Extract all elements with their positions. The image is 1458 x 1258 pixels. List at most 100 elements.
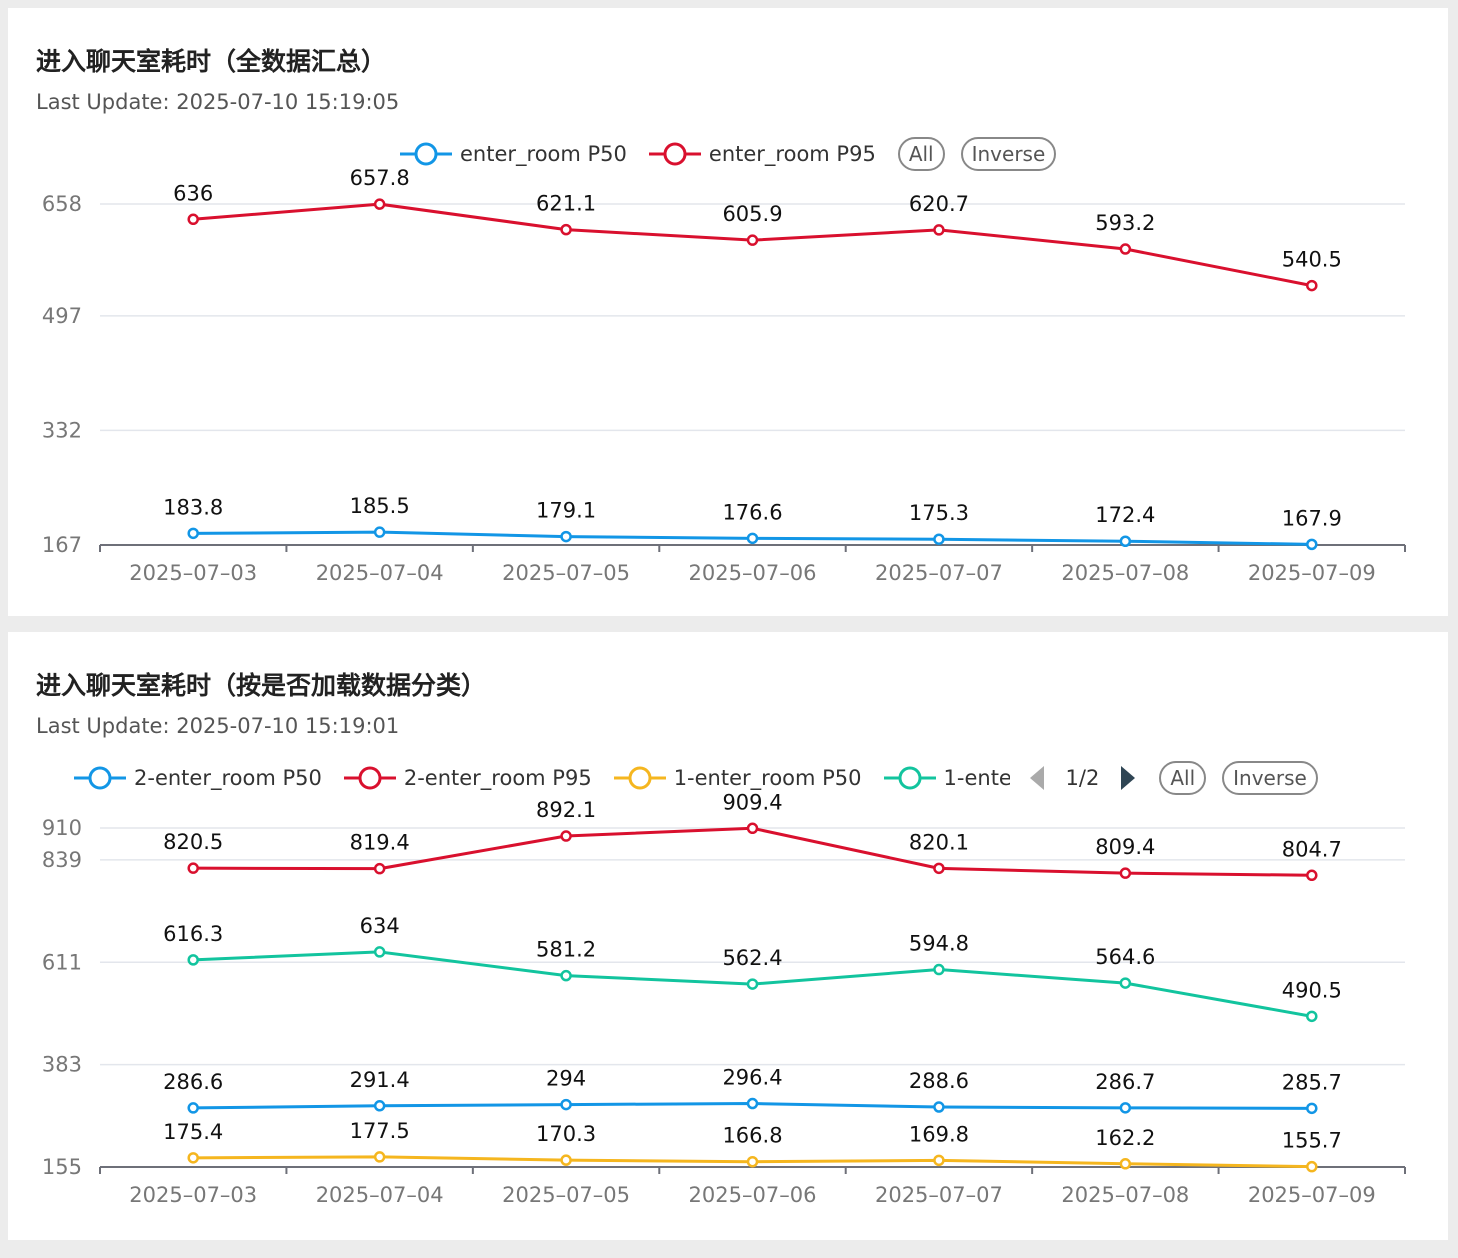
data-point [1306,538,1318,551]
data-point [560,969,572,982]
data-point [746,1097,759,1110]
data-point [933,862,945,875]
legend-label: enter_room P50 [460,142,627,166]
y-tick-label: 497 [42,304,82,328]
legend-item-2-p50[interactable]: 2-enter_room P50 [74,764,322,792]
y-tick-label: 167 [42,533,82,557]
line-chart-summary: 167 332 497 658 2025–07–03 2025–07–04 2025–07–… [42,166,1406,585]
data-point [1119,1102,1132,1114]
data-label: 179.1 [536,499,596,523]
data-label: 169.8 [909,1122,969,1146]
y-tick-label: 383 [42,1053,82,1077]
data-point [373,1100,386,1112]
data-label: 819.4 [350,831,410,855]
data-point [1119,867,1132,879]
data-label: 185.5 [350,494,410,518]
x-tick-label: 2025–07–06 [689,561,817,585]
legend-line-circle-icon [613,766,666,790]
legend-item-p95[interactable]: enter_room P95 [648,140,876,168]
chart-panel-by-category: 进入聊天室耗时（按是否加载数据分类） Last Update: 2025-07-… [8,632,1448,1240]
data-label: 172.4 [1095,503,1155,527]
x-tick-label: 2025–07–09 [1248,561,1376,585]
data-point [373,1151,386,1163]
y-tick-label: 155 [42,1155,82,1179]
data-label: 621.1 [536,192,596,216]
data-point [1119,977,1132,989]
legend-inverse-button[interactable]: Inverse [960,137,1057,171]
x-tick-label: 2025–07–09 [1248,1183,1376,1207]
legend-all-button[interactable]: All [897,137,945,171]
data-point [1119,535,1132,547]
y-tick-label: 658 [42,192,82,216]
data-point [560,1098,572,1111]
legend-label: 2-enter_room P50 [134,766,322,790]
legend-item-1-p50[interactable]: 1-enter_room P50 [613,764,862,792]
data-label: 636 [173,181,213,205]
legend-label: 2-enter_room P95 [403,766,592,790]
next-page-icon[interactable] [1119,764,1137,792]
data-label: 605.9 [722,202,782,226]
data-label: 809.4 [1095,835,1155,859]
line-chart-by-category: 155 383 611 839 910 2025–07–03 2025–07–04 2025–… [42,790,1406,1207]
data-point [933,533,945,545]
legend-inverse-button[interactable]: Inverse [1222,761,1318,795]
data-point [933,224,945,236]
data-point [1119,243,1132,255]
data-point [1119,1158,1132,1170]
legend-line-circle-icon [343,766,396,790]
data-point [933,963,945,976]
x-tick-label: 2025–07–05 [502,561,630,585]
data-point [373,862,386,875]
data-label: 616.3 [163,922,223,946]
legend-line-circle-icon [74,766,126,790]
data-label: 286.7 [1095,1070,1155,1094]
x-tick-label: 2025–07–08 [1061,561,1189,585]
data-point [373,198,386,210]
legend-item-p50[interactable]: enter_room P50 [400,140,627,168]
data-label: 176.6 [722,500,782,524]
data-point [746,822,759,835]
data-label: 634 [360,914,400,938]
legend-all-button[interactable]: All [1159,761,1207,795]
data-point [1306,1010,1318,1023]
x-tick-label: 2025–07–08 [1061,1183,1189,1207]
data-label: 155.7 [1282,1129,1342,1153]
data-label: 291.4 [350,1068,410,1092]
data-label: 820.1 [909,830,969,854]
data-label: 166.8 [722,1124,782,1148]
x-tick-label: 2025–07–05 [502,1183,630,1207]
legend-item-2-p95[interactable]: 2-enter_room P95 [343,764,592,792]
y-tick-label: 611 [42,950,82,974]
x-tick-label: 2025–07–06 [689,1183,817,1207]
data-label: 285.7 [1282,1070,1342,1094]
data-label: 175.3 [909,501,969,525]
data-label: 296.4 [722,1066,782,1090]
data-point [560,530,572,543]
prev-page-icon[interactable] [1028,764,1046,792]
data-point [373,526,386,538]
data-point [187,213,199,226]
legend: enter_room P50 enter_room P95 All Invers… [400,134,1072,174]
data-label: 294 [546,1067,586,1091]
data-point [187,527,199,540]
legend-line-circle-icon [648,142,701,166]
x-tick-label: 2025–07–03 [129,561,257,585]
data-label: 167.9 [1282,506,1342,530]
y-tick-label: 839 [42,848,82,872]
data-point [746,1155,759,1168]
data-point [187,1102,199,1114]
data-label: 288.6 [909,1069,969,1093]
data-point [746,532,759,545]
legend-pagination: 1/2 [1028,764,1138,792]
data-point [1306,1102,1318,1115]
data-point [560,1154,572,1166]
data-point [187,954,199,966]
data-point [187,1152,199,1164]
x-tick-label: 2025–07–07 [875,1183,1003,1207]
legend: 2-enter_room P50 2-enter_room P95 1-ente… [74,758,1334,798]
x-tick-label: 2025–07–07 [875,561,1003,585]
data-label: 170.3 [536,1122,596,1146]
legend-line-circle-icon [883,766,936,790]
legend-item-1-p95[interactable]: 1-ente [883,764,1010,792]
legend-label: 1-ente [943,766,1010,790]
